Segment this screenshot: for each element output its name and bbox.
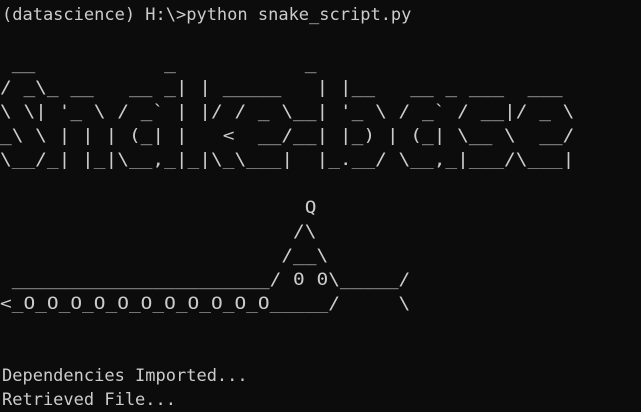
command-prompt-line: (datascience) H:\>python snake_script.py	[2, 5, 412, 25]
banner-line: _\ \ | | | (_| | < __/__| |_) | (_| \__ …	[0, 126, 575, 145]
snake-art-line: <_O_O_O_O_O_O_O_O_O_O_O_____/ \	[0, 294, 411, 313]
snake-art-line: ______________________/ 0 0\_____/	[0, 270, 411, 289]
banner-line: \ \| '_ \ / _` | |/ / _ \__| '_ \ / _` /…	[0, 102, 575, 121]
terminal-window[interactable]: (datascience) H:\>python snake_script.py…	[0, 0, 641, 412]
snake-art-line: /__\	[0, 246, 329, 265]
status-line-dependencies: Dependencies Imported...	[2, 366, 248, 386]
status-line-retrieved: Retrieved File...	[2, 390, 176, 410]
ascii-snake-art: Q /\ /__\ ______________________/ 0 0\__…	[0, 196, 410, 316]
banner-line: __ _ _	[0, 54, 493, 73]
ascii-banner: __ _ _ / _\_ __ __ _| | _____ | |__ __ _…	[0, 52, 574, 172]
snake-art-line: Q	[0, 198, 317, 217]
snake-art-line: /\	[0, 222, 317, 241]
banner-line: \__/_| |_|\__,_|_|\_\___| |_.__/ \__,_|_…	[0, 150, 575, 169]
banner-line: / _\_ __ __ _| | _____ | |__ __ _ ___ __…	[0, 78, 575, 97]
